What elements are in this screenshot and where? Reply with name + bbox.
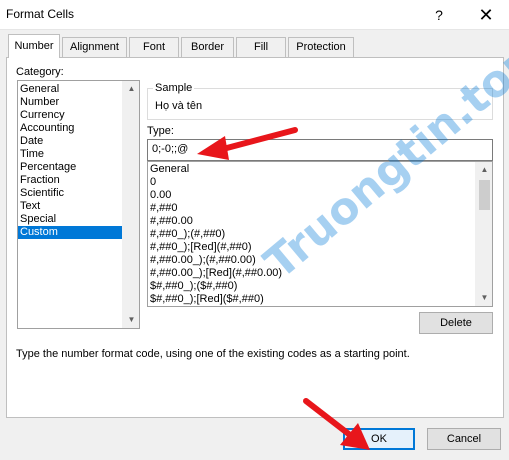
tab-number[interactable]: Number [8,34,60,58]
scroll-up-arrow-icon[interactable]: ▲ [123,81,139,97]
category-label: Category: [16,66,64,78]
close-button[interactable]: ✕ [468,4,504,26]
tab-border[interactable]: Border [181,37,234,57]
format-code-item[interactable]: $#,##0_);[Red]($#,##0) [148,293,492,306]
category-item-percentage[interactable]: Percentage [18,161,139,174]
category-item-general[interactable]: General [18,83,139,96]
arrow-icon [303,398,370,450]
arrow-icon [197,127,298,160]
scroll-thumb[interactable] [479,180,490,210]
number-tab-panel: Category: General Number Currency Accountin… [6,57,504,418]
format-code-item[interactable]: #,##0_);[Red](#,##0) [148,241,492,254]
format-code-item[interactable]: #,##0.00_);(#,##0.00) [148,254,492,267]
scroll-down-arrow-icon[interactable]: ▼ [123,312,139,328]
category-item-accounting[interactable]: Accounting [18,122,139,135]
cancel-button[interactable]: Cancel [427,428,501,450]
category-item-fraction[interactable]: Fraction [18,174,139,187]
format-list-scrollbar[interactable]: ▲ ▼ [475,162,492,306]
format-code-list[interactable]: General 0 0.00 #,##0 #,##0.00 #,##0_);(#,##0)… [147,161,493,307]
type-label: Type: [147,125,174,137]
delete-button[interactable]: Delete [419,312,493,334]
format-code-item[interactable]: #,##0.00 [148,215,492,228]
sample-value: Họ và tên [155,100,203,112]
scroll-down-arrow-icon[interactable]: ▼ [476,290,492,306]
category-scrollbar[interactable]: ▲ ▼ [122,81,139,328]
tab-alignment[interactable]: Alignment [62,37,127,57]
category-item-text[interactable]: Text [18,200,139,213]
format-code-item[interactable]: 0.00 [148,189,492,202]
tab-fill[interactable]: Fill [236,37,286,57]
title-bar: Format Cells ? ✕ [0,0,509,30]
help-button[interactable]: ? [426,4,452,26]
format-code-item[interactable]: 0 [148,176,492,189]
hint-text: Type the number format code, using one o… [16,348,410,360]
window-title: Format Cells [6,7,75,21]
format-code-item[interactable]: #,##0_);(#,##0) [148,228,492,241]
tab-font[interactable]: Font [129,37,179,57]
tab-protection[interactable]: Protection [288,37,354,57]
format-code-item[interactable]: #,##0 [148,202,492,215]
category-list[interactable]: General Number Currency Accounting Date Time P… [17,80,140,329]
format-code-item[interactable]: $#,##0_);($#,##0) [148,280,492,293]
category-item-time[interactable]: Time [18,148,139,161]
category-item-currency[interactable]: Currency [18,109,139,122]
category-item-number[interactable]: Number [18,96,139,109]
format-code-item[interactable]: #,##0.00_);[Red](#,##0.00) [148,267,492,280]
category-item-custom[interactable]: Custom [18,226,139,239]
category-item-date[interactable]: Date [18,135,139,148]
category-item-scientific[interactable]: Scientific [18,187,139,200]
scroll-up-arrow-icon[interactable]: ▲ [476,162,492,178]
category-item-special[interactable]: Special [18,213,139,226]
sample-label: Sample [153,82,195,94]
